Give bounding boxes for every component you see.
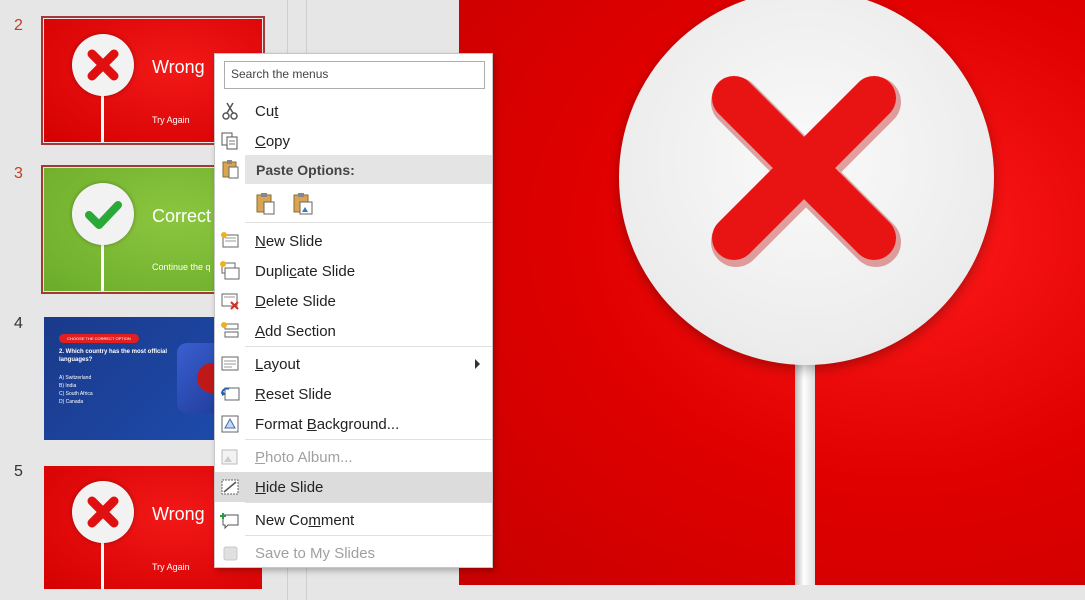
new-slide-icon [220, 231, 240, 251]
thumb-subtitle: Try Again [152, 115, 190, 125]
menu-item-copy[interactable]: Copy [215, 126, 492, 156]
wrong-icon [619, 0, 994, 365]
save-to-my-slides-label: Save to My Slides [255, 545, 376, 562]
menu-separator [245, 346, 492, 347]
menu-item-save-to-my-slides: Save to My Slides [215, 538, 492, 568]
menu-search-input[interactable]: Search the menus [224, 61, 485, 89]
label-part: dd Section [265, 323, 336, 340]
label-part: elete Slide [265, 293, 336, 310]
lollipop-stick [101, 538, 104, 589]
label-part: hoto Album... [265, 449, 353, 466]
access-key: A [255, 323, 266, 340]
access-key: m [308, 512, 321, 529]
hide-slide-icon [220, 477, 240, 497]
label-part: ayout [263, 356, 301, 373]
label-part: ment [320, 512, 355, 529]
label-part: Dupli [255, 263, 290, 280]
thumb-title: Wrong [152, 504, 205, 524]
duplicate-slide-icon [220, 261, 240, 281]
paste-picture-icon[interactable] [292, 192, 314, 221]
label-part: opy [265, 133, 291, 150]
menu-item-delete-slide[interactable]: Delete Slide [215, 286, 492, 316]
label-part: ackground... [316, 416, 400, 433]
lollipop-stick [795, 360, 815, 585]
menu-separator [245, 535, 492, 536]
menu-item-photo-album: Photo Album... [215, 442, 492, 472]
thumb-subtitle: Continue the q [152, 262, 211, 272]
thumb-subtitle: Try Again [152, 562, 190, 572]
access-key: N [255, 233, 266, 250]
checkmark-icon [72, 183, 134, 245]
wrong-icon [72, 34, 134, 96]
thumb-question: 2. Which country has the most official l… [59, 349, 168, 363]
access-key: B [306, 416, 317, 433]
slide-number: 5 [14, 463, 23, 480]
slide-canvas[interactable] [459, 0, 1085, 585]
label-part: Format [255, 416, 307, 433]
access-key: c [289, 263, 297, 280]
label-part: ide Slide [265, 479, 324, 496]
access-key: D [255, 293, 266, 310]
paste-options-header: Paste Options: [245, 155, 492, 184]
menu-item-layout[interactable]: Layout [215, 349, 492, 379]
menu-item-hide-slide[interactable]: Hide Slide [215, 472, 492, 502]
menu-item-new-comment[interactable]: New Comment [215, 505, 492, 535]
status-strip [307, 585, 1085, 600]
context-menu: Search the menus Cut Copy Paste Options:… [214, 53, 493, 568]
add-section-icon [220, 321, 240, 341]
menu-item-reset-slide[interactable]: Reset Slide [215, 379, 492, 409]
thumb-title: Wrong [152, 57, 205, 77]
slide-number: 3 [14, 165, 23, 182]
menu-separator [245, 439, 492, 440]
submenu-arrow-icon [475, 359, 480, 369]
menu-separator [245, 502, 492, 503]
thumb-option: A) Switzerland [59, 375, 92, 381]
layout-icon [220, 354, 240, 374]
paste-use-destination-theme-icon[interactable] [255, 192, 277, 221]
thumb-title: Correct [152, 206, 212, 226]
new-comment-icon [220, 510, 240, 530]
label-part: ate Slide [296, 263, 356, 280]
slide-number: 2 [14, 17, 23, 34]
menu-item-format-background[interactable]: Format Background... [215, 409, 492, 439]
access-key: H [255, 479, 266, 496]
menu-item-cut[interactable]: Cut [215, 96, 492, 126]
access-key: P [255, 449, 266, 466]
photo-album-icon [220, 447, 240, 467]
reset-slide-icon [220, 384, 240, 404]
slide-number: 4 [14, 315, 23, 332]
access-key: t [274, 103, 279, 120]
menu-item-add-section[interactable]: Add Section [215, 316, 492, 346]
access-key: R [255, 386, 266, 403]
access-key: C [255, 133, 266, 150]
label-part: eset Slide [265, 386, 332, 403]
thumb-pill: CHOOSE THE CORRECT OPTION [59, 334, 139, 343]
menu-item-new-slide[interactable]: New Slide [215, 226, 492, 256]
clipboard-icon [220, 158, 240, 180]
lollipop-stick [101, 240, 104, 291]
label-part: Cu [255, 103, 275, 120]
label-part: New Co [255, 512, 309, 529]
wrong-icon [72, 481, 134, 543]
menu-item-duplicate-slide[interactable]: Duplicate Slide [215, 256, 492, 286]
paste-options-label: Paste Options: [256, 162, 355, 178]
scissors-icon [220, 101, 240, 121]
thumb-option: D) Canada [59, 399, 84, 405]
menu-separator [245, 222, 492, 223]
thumb-option: B) India [59, 383, 77, 389]
copy-icon [220, 131, 240, 151]
save-to-slides-icon [220, 543, 240, 563]
thumb-option: C) South Africa [59, 391, 93, 397]
format-background-icon [220, 414, 240, 434]
delete-slide-icon [220, 291, 240, 311]
label-part: ew Slide [265, 233, 323, 250]
lollipop-stick [101, 91, 104, 142]
